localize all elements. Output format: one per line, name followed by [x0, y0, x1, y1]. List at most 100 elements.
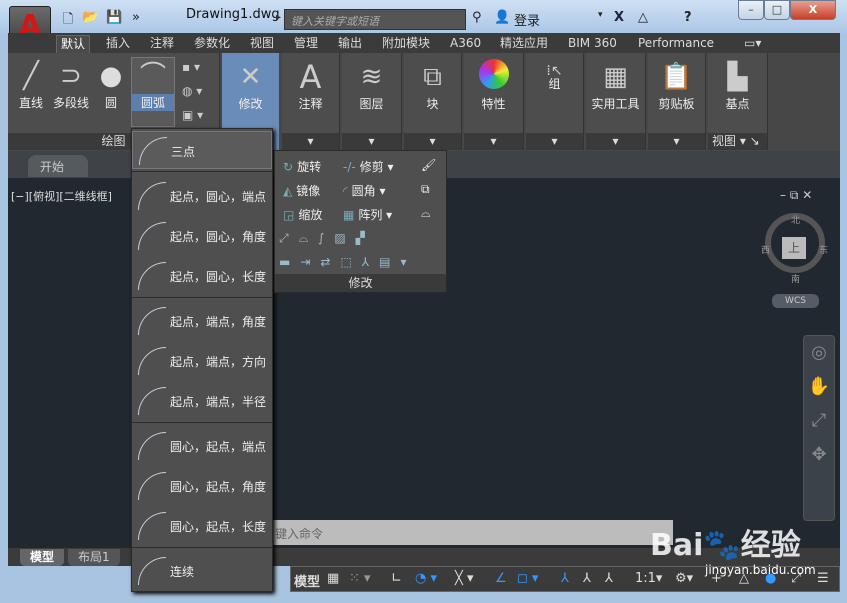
- customize-icon[interactable]: ☰: [817, 571, 829, 586]
- menu-item-center-start-end[interactable]: 圆心，起点，端点: [132, 427, 272, 465]
- menu-item-start-center-length[interactable]: 起点，圆心，长度: [132, 257, 272, 295]
- help-icon[interactable]: ?: [684, 10, 692, 25]
- tab-parametric[interactable]: 参数化: [190, 35, 234, 53]
- scale-icon: ◲: [283, 208, 295, 222]
- annotation-scale-icon[interactable]: ⅄: [605, 571, 613, 586]
- watermark-url: jingyan.baidu.com: [705, 563, 816, 577]
- utilities-panel[interactable]: ▦ 实用工具 ▾: [586, 53, 646, 150]
- tab-a360[interactable]: A360: [446, 35, 485, 53]
- maximize-button[interactable]: □: [764, 0, 790, 20]
- scale-dropdown[interactable]: 1:1▾: [635, 571, 662, 586]
- binoculars-icon[interactable]: ⚲: [472, 10, 482, 25]
- mirror-button[interactable]: ◭ 镜像: [283, 182, 320, 199]
- command-line[interactable]: 键入命令: [273, 520, 673, 545]
- compass-east[interactable]: 东: [819, 243, 828, 256]
- menu-item-start-end-direction[interactable]: 起点，端点，方向: [132, 342, 272, 380]
- menu-item-center-start-length[interactable]: 圆心，起点，长度: [132, 507, 272, 545]
- navigation-bar[interactable]: ◎ ✋ ⤢ ✥: [803, 335, 835, 521]
- workspace-icon[interactable]: ⚙▾: [675, 571, 693, 586]
- compass-west[interactable]: 西: [761, 243, 770, 256]
- tab-bim360[interactable]: BIM 360: [564, 35, 621, 53]
- view-panel[interactable]: ▙ 基点 视图 ▾ ↘: [708, 53, 768, 150]
- close-button[interactable]: X: [790, 0, 836, 20]
- copy-icon[interactable]: ⧉: [421, 182, 430, 197]
- tab-view[interactable]: 视图: [246, 35, 278, 53]
- tab-model[interactable]: 模型: [20, 549, 65, 566]
- snap-icon[interactable]: ⁙ ▾: [349, 571, 371, 586]
- save-icon[interactable]: 💾: [106, 10, 122, 26]
- tab-addins[interactable]: 附加模块: [378, 35, 434, 53]
- group-panel[interactable]: ⁞↖ 组 ▾: [526, 53, 584, 150]
- block-panel[interactable]: ⧉ 块 ▾: [404, 53, 462, 150]
- osnap-icon[interactable]: ╳ ▾: [455, 571, 473, 586]
- selection-cycling-icon[interactable]: ◻ ▾: [517, 571, 538, 586]
- autoscale-icon[interactable]: ⅄: [583, 571, 591, 586]
- rectangle-icon[interactable]: ▪ ▾: [182, 60, 200, 74]
- login-button[interactable]: 登录: [514, 10, 540, 29]
- offset-icon[interactable]: ⌓: [421, 206, 431, 221]
- tab-insert[interactable]: 插入: [102, 35, 134, 53]
- menu-item-center-start-angle[interactable]: 圆心，起点，角度: [132, 467, 272, 505]
- clipboard-panel[interactable]: 📋 剪贴板 ▾: [648, 53, 706, 150]
- annotation-panel[interactable]: A 注释 ▾: [282, 53, 340, 150]
- tab-featured-apps[interactable]: 精选应用: [496, 35, 552, 53]
- annotation-visibility-icon[interactable]: ⅄: [561, 571, 569, 586]
- array-button[interactable]: ▦ 阵列 ▾: [343, 206, 392, 223]
- viewport-controls[interactable]: [−][俯视][二维线框]: [11, 188, 112, 204]
- extra-modify-tools-row1[interactable]: ⤢⌓∫▨▞: [279, 231, 375, 246]
- tab-layout1[interactable]: 布局1: [68, 549, 120, 566]
- arc-icon: [138, 347, 166, 375]
- arc-icon: [138, 387, 166, 415]
- expand-icon[interactable]: ▸: [276, 12, 281, 23]
- model-space-button[interactable]: 模型: [294, 571, 320, 590]
- start-tab[interactable]: 开始: [28, 155, 88, 177]
- polyline-button[interactable]: ⊃ 多段线: [50, 58, 92, 111]
- tab-annotate[interactable]: 注释: [146, 35, 178, 53]
- arc-button[interactable]: ⌒ 圆弧: [131, 57, 175, 127]
- search-input[interactable]: 键入关键字或短语: [284, 9, 466, 30]
- menu-item-start-end-angle[interactable]: 起点，端点，角度: [132, 302, 272, 340]
- tab-default[interactable]: 默认: [56, 35, 91, 53]
- menu-item-start-center-end[interactable]: 起点，圆心，端点: [132, 177, 272, 215]
- dynamic-ucs-icon[interactable]: ∠: [495, 571, 507, 586]
- user-icon[interactable]: 👤: [494, 10, 510, 25]
- ribbon-options-icon[interactable]: ▭▾: [740, 35, 765, 53]
- viewport-window-controls[interactable]: – ⧉ ✕: [780, 188, 812, 203]
- polar-icon[interactable]: ◔ ▾: [415, 571, 437, 586]
- menu-item-three-point[interactable]: 三点: [132, 131, 272, 169]
- viewcube-top[interactable]: 上: [782, 237, 806, 259]
- open-icon[interactable]: 📂: [82, 10, 98, 26]
- layers-panel[interactable]: ≋ 图层 ▾: [342, 53, 402, 150]
- arc-icon: [138, 262, 166, 290]
- hatch-icon[interactable]: ◍ ▾: [182, 84, 202, 98]
- grid-icon[interactable]: ▦: [327, 571, 339, 586]
- ortho-icon[interactable]: ∟: [391, 571, 402, 586]
- menu-item-start-center-angle[interactable]: 起点，圆心，角度: [132, 217, 272, 255]
- exchange-icon[interactable]: X: [614, 10, 624, 25]
- tab-output[interactable]: 输出: [334, 35, 366, 53]
- line-button[interactable]: ╱ 直线: [12, 58, 50, 111]
- compass-north[interactable]: 北: [791, 213, 800, 226]
- minimize-button[interactable]: –: [738, 0, 764, 20]
- scale-button[interactable]: ◲ 缩放: [283, 206, 322, 223]
- trim-button[interactable]: -/- 修剪 ▾: [343, 158, 394, 175]
- properties-panel[interactable]: 特性 ▾: [464, 53, 524, 150]
- mirror-icon: ◭: [283, 184, 293, 198]
- extra-modify-tools-row2[interactable]: ▬⇥⇄⬚⅄▤▾: [279, 255, 416, 269]
- text-icon: A: [299, 58, 322, 96]
- fillet-button[interactable]: ◜ 圆角 ▾: [343, 182, 386, 199]
- a360-icon[interactable]: △: [638, 10, 648, 25]
- menu-item-start-end-radius[interactable]: 起点，端点，半径: [132, 382, 272, 420]
- login-dropdown-icon[interactable]: ▾: [598, 10, 603, 20]
- wcs-menu[interactable]: WCS: [772, 294, 819, 308]
- tab-performance[interactable]: Performance: [634, 35, 718, 53]
- erase-icon[interactable]: 🖌: [421, 158, 436, 172]
- compass-south[interactable]: 南: [791, 272, 800, 285]
- new-icon[interactable]: 🗋: [60, 10, 76, 27]
- tab-manage[interactable]: 管理: [290, 35, 322, 53]
- menu-item-continue[interactable]: 连续: [132, 552, 272, 590]
- rotate-button[interactable]: ↻ 旋转: [283, 158, 321, 175]
- boundary-icon[interactable]: ▣ ▾: [182, 108, 203, 122]
- circle-button[interactable]: ● 圆: [94, 58, 128, 111]
- more-icon[interactable]: »: [128, 10, 144, 26]
